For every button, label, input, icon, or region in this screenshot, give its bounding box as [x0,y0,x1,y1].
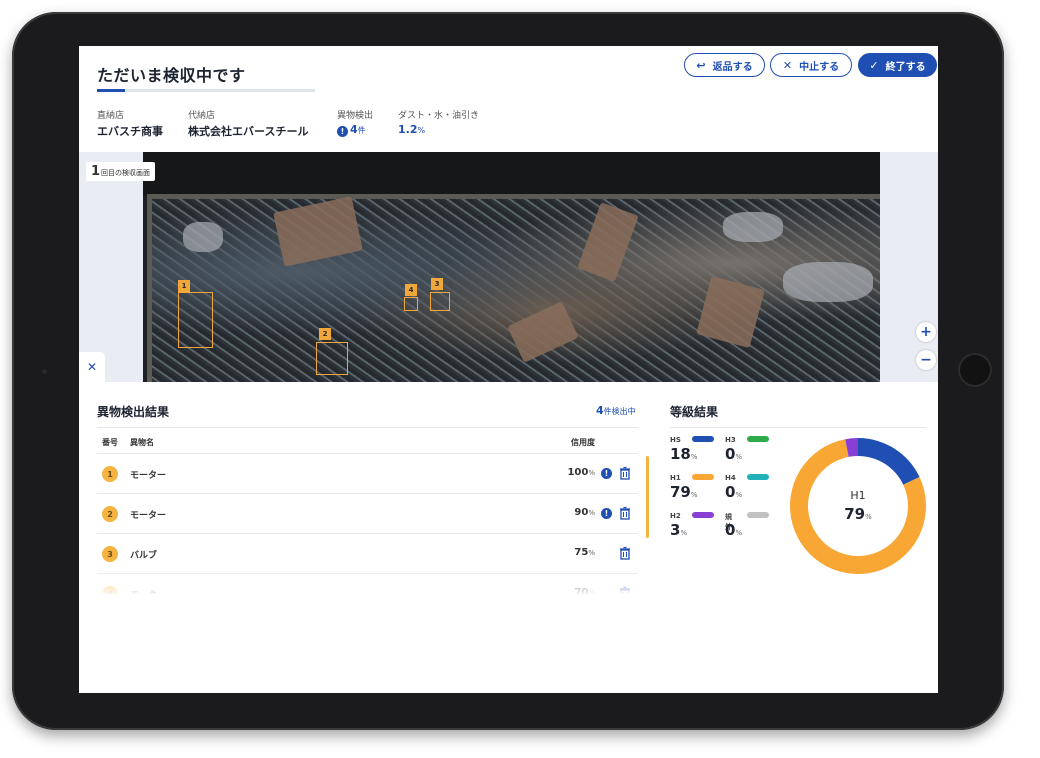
detection-count-number: 4 [596,404,604,417]
stop-button[interactable]: ✕ 中止する [770,53,852,77]
trash-icon[interactable] [618,506,632,520]
app-screen: ただいま検収中です ↩ 返品する ✕ 中止する ✓ 終了する 直納店 エバスチ商… [79,46,938,693]
col-confidence: 信用度 [571,438,595,447]
grade-label: H2 [670,512,681,520]
close-icon: ✕ [86,360,98,374]
finish-button-label: 終了する [885,61,926,73]
col-number: 番号 [102,438,118,447]
detection-tag-3: 3 [431,278,443,290]
grade-value: 79% [670,483,698,501]
return-button-label: 返品する [712,61,753,73]
col-name: 異物名 [130,438,154,447]
agent-store-label: 代納店 [188,111,216,121]
return-button[interactable]: ↩ 返品する [684,53,765,77]
inspection-image-area: 1 2 3 4 1 回目の検収画面 + − [79,152,938,382]
detection-list-title: 異物検出結果 [97,405,170,419]
round-label: 1 回目の検収画面 [86,162,156,181]
list-scrollbar[interactable] [646,456,649,538]
page-title: ただいま検収中です [97,66,246,85]
direct-store-label: 直納店 [97,111,125,121]
foreign-detect-value: ! 4件 [337,123,366,137]
stop-button-label: 中止する [799,61,840,73]
collapse-panel-button[interactable]: ✕ [79,352,105,382]
grade-label: H4 [725,474,736,482]
grade-value: 3% [670,521,688,539]
row-confidence: 90% [574,507,595,518]
detection-box-1[interactable] [178,292,213,348]
row-number-badge: 2 [102,506,118,522]
dust-unit: % [417,126,426,135]
minus-icon: − [920,352,932,368]
dust-value: 1.2% [398,123,425,136]
foreign-unit: 件 [357,126,366,135]
list-fade [97,566,638,596]
grade-value: 18% [670,445,698,463]
zoom-in-button[interactable]: + [916,322,936,342]
grade-divider [670,427,926,428]
trash-icon[interactable] [618,466,632,480]
direct-store-value: エバスチ商事 [97,125,163,138]
grade-value: 0% [725,483,743,501]
camera-dot [42,369,47,374]
plus-icon: + [920,324,932,340]
home-button[interactable] [958,353,992,387]
detection-tag-1: 1 [178,280,190,292]
donut-center: H1 79% [788,489,928,523]
round-number: 1 [91,164,101,179]
row-name: モーター [130,511,167,521]
detection-box-4[interactable] [404,297,418,311]
row-number-badge: 1 [102,466,118,482]
detection-box-2[interactable] [316,342,348,375]
scrap-photo[interactable]: 1 2 3 4 [143,152,880,382]
table-row[interactable]: 2 モーター 90%! [97,494,638,534]
agent-store-value: 株式会社エバースチール [188,125,309,138]
grade-label: HS [670,436,681,444]
zoom-out-button[interactable]: − [916,350,936,370]
grade-label: H3 [725,436,736,444]
row-number-badge: 3 [102,546,118,562]
detection-count: 4件検出中 [596,404,636,417]
donut-center-value: 79% [788,505,928,523]
return-arrow-icon: ↩ [696,58,706,72]
progress-underline [97,89,315,92]
donut-slice-hs [858,438,920,485]
grade-color-swatch [747,512,769,518]
foreign-detect-label: 異物検出 [337,111,374,121]
dust-number: 1.2 [398,123,418,136]
check-icon: ✓ [869,58,879,72]
grade-title: 等級結果 [670,405,719,419]
alert-icon: ! [337,126,348,137]
warning-icon: ! [601,468,612,479]
warning-icon: ! [601,508,612,519]
round-text: 回目の検収画面 [101,169,151,177]
dust-label: ダスト・水・油引き [398,111,480,121]
donut-center-unit: % [865,513,872,521]
foreign-count: 4 [350,123,358,136]
row-name: モーター [130,471,167,481]
grade-color-swatch [692,512,714,518]
row-name: バルブ [130,551,158,561]
detection-count-suffix: 件検出中 [603,407,636,416]
row-confidence: 75% [574,547,595,558]
grade-value: 0% [725,445,743,463]
grade-color-swatch [692,474,714,480]
donut-center-label: H1 [850,489,866,502]
table-row[interactable]: 1 モーター 100%! [97,454,638,494]
detection-box-3[interactable] [430,292,450,311]
grade-value: 0% [725,521,743,539]
grade-color-swatch [747,474,769,480]
donut-center-number: 79 [844,505,866,523]
close-icon: ✕ [782,58,793,72]
grade-color-swatch [747,436,769,442]
grade-color-swatch [692,436,714,442]
grade-label: H1 [670,474,681,482]
finish-button[interactable]: ✓ 終了する [858,53,937,77]
row-confidence: 100% [567,467,595,478]
trash-icon[interactable] [618,546,632,560]
detection-tag-2: 2 [319,328,331,340]
detection-list-header: 番号 異物名 信用度 [97,427,638,454]
detection-tag-4: 4 [405,284,417,296]
